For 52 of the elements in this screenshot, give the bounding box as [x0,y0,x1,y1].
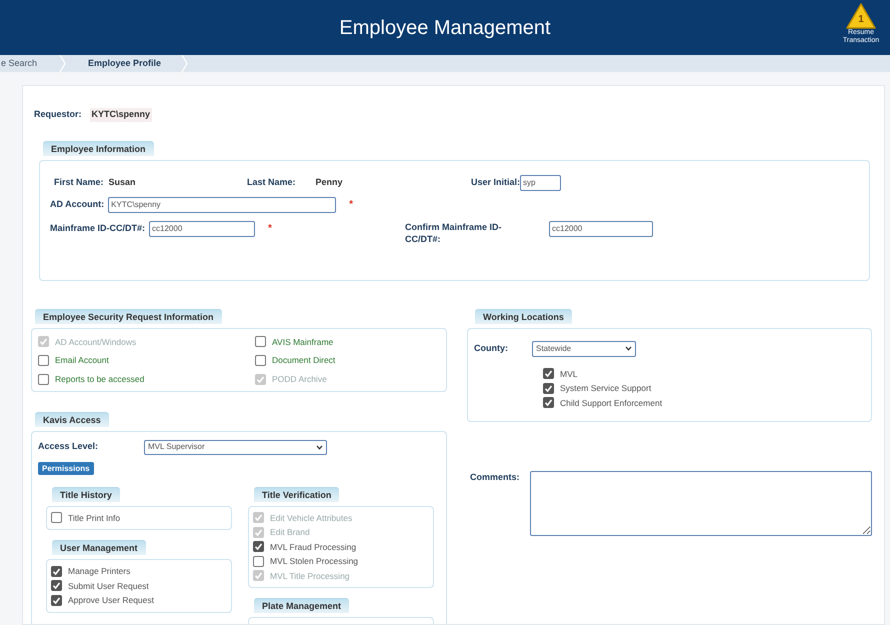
field-label: Requestor: [34,108,82,121]
checkbox-label: Reports to be accessed [55,373,144,386]
text-field[interactable]: syp [520,174,562,190]
checkbox-label: Manage Printers [68,565,130,578]
section-legend: Employee Security Request Information [35,308,222,324]
checkbox-label: System Service Support [560,382,652,394]
checkbox-label: MVL Stolen Processing [270,555,358,568]
section-legend: Working Locations [475,308,572,324]
checkbox-label: Approve User Request [68,594,154,606]
section-legend: Title History [52,486,120,502]
field-label: County: [474,342,509,355]
field-label: Mainframe ID-CC/DT#: [50,222,146,235]
required-mark: * [349,198,354,212]
checkbox-label: Submit User Request [68,580,149,592]
checkbox-label: MVL Title Processing [270,570,350,582]
checkbox-label: AVIS Mainframe [272,336,334,348]
county-dropdown[interactable]: Statewide [532,340,636,356]
section-legend: Employee Information [43,140,154,156]
section-legend: User Management [52,540,146,555]
permissions-button[interactable]: Permissions [38,462,94,474]
checkbox-label: PODD Archive [272,373,327,386]
notification-count: 1 [858,15,864,25]
checkbox-label: Title Print Info [68,512,120,524]
checkbox-label: Child Support Enforcement [560,396,662,409]
text-field[interactable]: cc12000 [149,220,256,236]
breadcrumb-link[interactable]: Employee Profile [66,56,182,70]
page-title: Employee Management [339,16,551,40]
section-legend: Title Verification [254,486,340,502]
breadcrumb-link[interactable]: e Search [0,56,60,70]
field-label: First Name: [54,176,104,189]
field-value: KYTC\spenny [90,108,152,122]
section-legend: Kavis Access [35,412,109,426]
required-mark: * [268,222,272,236]
checkbox-label: MVL [560,368,578,380]
text-field[interactable]: KYTC\spenny [108,196,336,212]
field-value: Penny [314,176,344,189]
field-label: Last Name: [247,176,296,189]
section-legend: Plate Management [254,598,350,613]
checkbox-label: Edit Vehicle Attributes [270,512,352,524]
field-label: AD Account: [50,198,104,211]
field-label: Comments: [470,470,521,484]
checkbox-label: MVL Fraud Processing [270,540,356,553]
field-label: Confirm Mainframe ID-CC/DT#: [405,220,503,244]
checkbox-label: AD Account/Windows [55,336,136,348]
checkbox-label: Edit Brand [270,526,310,538]
access-level-dropdown[interactable]: MVL Supervisor [144,440,327,454]
field-value: Susan [108,176,137,189]
checkbox-label: Document Direct [272,354,336,366]
field-label: User Initial: [471,176,520,189]
field-label: Access Level: [38,440,100,454]
checkbox-label: Email Account [55,354,109,366]
text-field[interactable]: cc12000 [549,220,653,236]
